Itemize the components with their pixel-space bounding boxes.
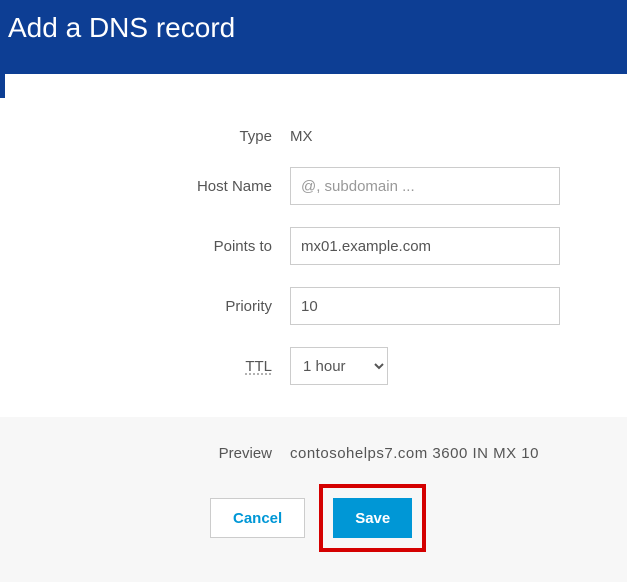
active-tab-indicator	[0, 74, 5, 98]
priority-row: Priority	[30, 287, 597, 325]
save-button[interactable]: Save	[333, 498, 412, 538]
preview-value: contosohelps7.com 3600 IN MX 10	[290, 445, 539, 462]
pointsto-label: Points to	[30, 238, 290, 255]
ttl-row: TTL 1 hour	[30, 347, 597, 385]
dialog-header: Add a DNS record	[0, 0, 627, 74]
hostname-input[interactable]	[290, 167, 560, 205]
button-row: Cancel Save	[30, 484, 597, 552]
hostname-label: Host Name	[30, 178, 290, 195]
hostname-row: Host Name	[30, 167, 597, 205]
pointsto-row: Points to	[30, 227, 597, 265]
type-value: MX	[290, 128, 313, 145]
type-label: Type	[30, 128, 290, 145]
preview-label: Preview	[30, 445, 290, 462]
save-highlight: Save	[319, 484, 426, 552]
ttl-select[interactable]: 1 hour	[290, 347, 388, 385]
priority-input[interactable]	[290, 287, 560, 325]
type-row: Type MX	[30, 128, 597, 145]
dialog-title: Add a DNS record	[8, 12, 235, 43]
dialog-footer: Preview contosohelps7.com 3600 IN MX 10 …	[0, 417, 627, 582]
ttl-label: TTL	[30, 358, 290, 375]
preview-row: Preview contosohelps7.com 3600 IN MX 10	[30, 445, 597, 462]
cancel-button[interactable]: Cancel	[210, 498, 305, 538]
dns-form: Type MX Host Name Points to Priority TTL…	[0, 98, 627, 417]
pointsto-input[interactable]	[290, 227, 560, 265]
priority-label: Priority	[30, 298, 290, 315]
